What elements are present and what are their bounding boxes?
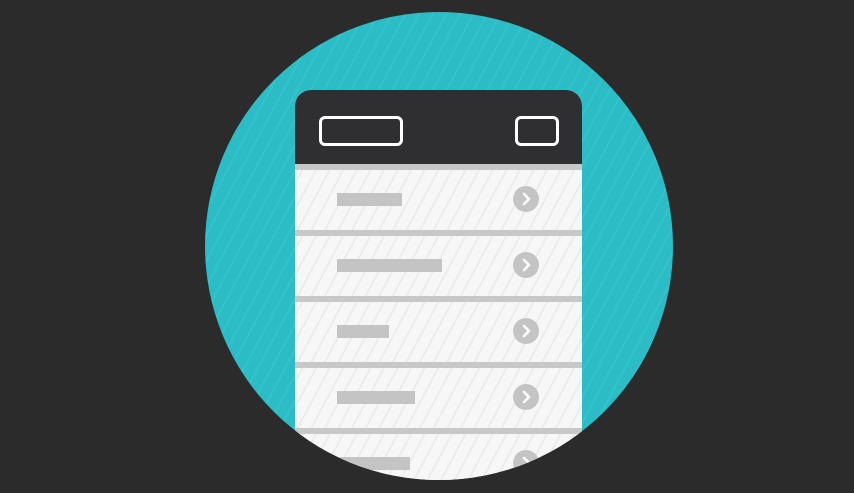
chevron-right-icon [513, 384, 539, 410]
list-item [295, 230, 582, 296]
header-left-button-icon [319, 116, 403, 146]
chevron-right-icon [513, 252, 539, 278]
list-item-text-placeholder [337, 457, 410, 470]
app-header-bar [295, 90, 582, 164]
list-item [295, 296, 582, 362]
phone-screen [295, 90, 582, 480]
list-item [295, 428, 582, 480]
list-item-text-placeholder [337, 325, 389, 338]
teal-circle-background [205, 12, 673, 480]
list-item-text-placeholder [337, 391, 415, 404]
illustration-canvas [0, 0, 854, 493]
list-item [295, 362, 582, 428]
header-right-button-icon [515, 116, 559, 146]
list-item-text-placeholder [337, 259, 442, 272]
list-item [295, 164, 582, 230]
list-item-text-placeholder [337, 193, 402, 206]
chevron-right-icon [513, 186, 539, 212]
chevron-right-icon [513, 450, 539, 476]
chevron-right-icon [513, 318, 539, 344]
